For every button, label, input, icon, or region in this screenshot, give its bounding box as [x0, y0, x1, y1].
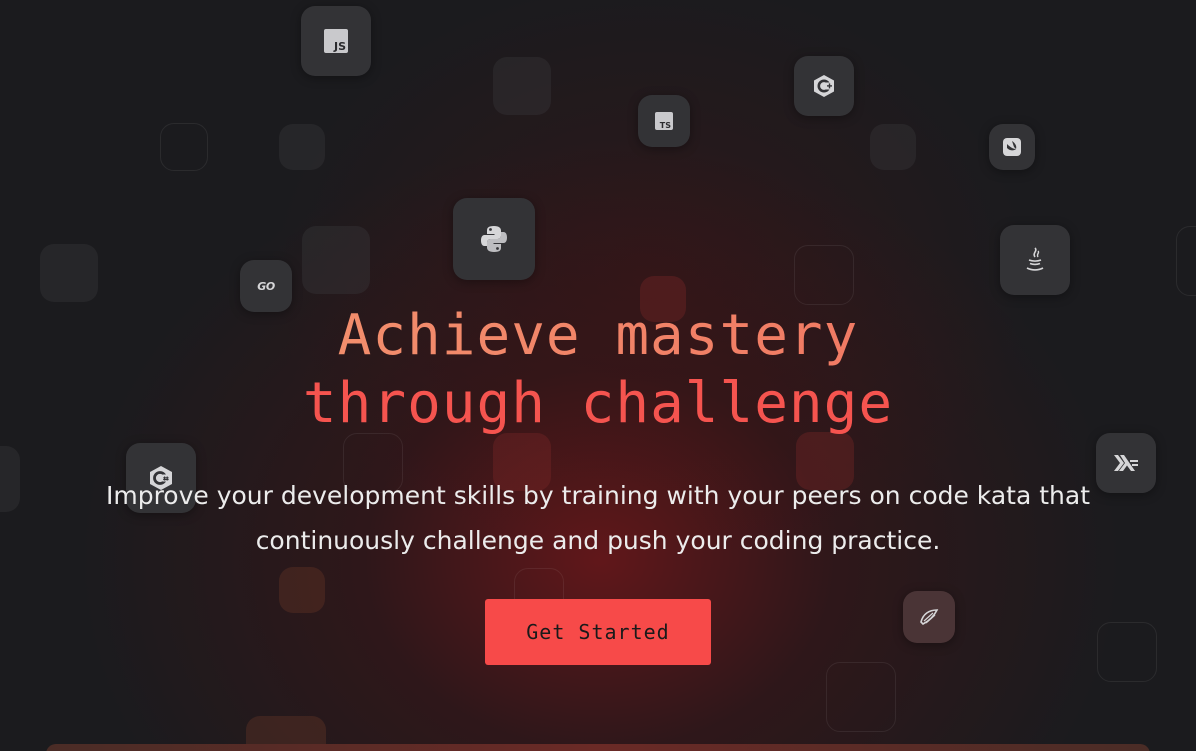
swift-icon [1003, 138, 1021, 156]
decorative-tile [870, 124, 916, 170]
decorative-tile [279, 124, 325, 170]
hero-subtitle-line1: Improve your development skills by train… [105, 481, 1091, 510]
python-icon [481, 226, 507, 252]
javascript-icon-label: JS [333, 40, 346, 53]
decorative-tile [826, 662, 896, 732]
decorative-tile [493, 57, 551, 115]
hero-subtitle-line2: continuously challenge and push your cod… [255, 526, 941, 555]
go-icon: GO [257, 279, 275, 293]
java-icon [1026, 247, 1044, 271]
java-tile [1000, 225, 1070, 295]
python-tile [453, 198, 535, 280]
decorative-tile [794, 245, 854, 305]
hero-headline-line1: Achieve mastery [0, 302, 1196, 370]
landing-page: JS TS GO Achieve mastery through challen… [0, 0, 1196, 751]
javascript-tile: JS [301, 6, 371, 76]
elixir-icon [920, 609, 939, 625]
typescript-icon: TS [655, 112, 673, 130]
haskell-icon [1114, 455, 1138, 471]
typescript-tile: TS [638, 95, 690, 147]
hero-headline-line2: through challenge [302, 371, 894, 436]
decorative-tile [160, 123, 208, 171]
cplusplus-icon [814, 75, 834, 97]
decorative-tile [1097, 622, 1157, 682]
decorative-tile [302, 226, 370, 294]
javascript-icon: JS [324, 29, 348, 53]
decorative-tile [279, 567, 325, 613]
hero-subtitle: Improve your development skills by train… [60, 473, 1136, 563]
decorative-tile [40, 244, 98, 302]
typescript-icon-label: TS [659, 121, 671, 130]
hero-headline: Achieve mastery through challenge [0, 302, 1196, 438]
bottom-panel-edge [46, 744, 1150, 751]
decorative-tile [0, 446, 20, 512]
cplusplus-tile [794, 56, 854, 116]
decorative-tile [1176, 226, 1196, 296]
get-started-button[interactable]: Get Started [485, 599, 711, 665]
swift-tile [989, 124, 1035, 170]
elixir-tile [903, 591, 955, 643]
